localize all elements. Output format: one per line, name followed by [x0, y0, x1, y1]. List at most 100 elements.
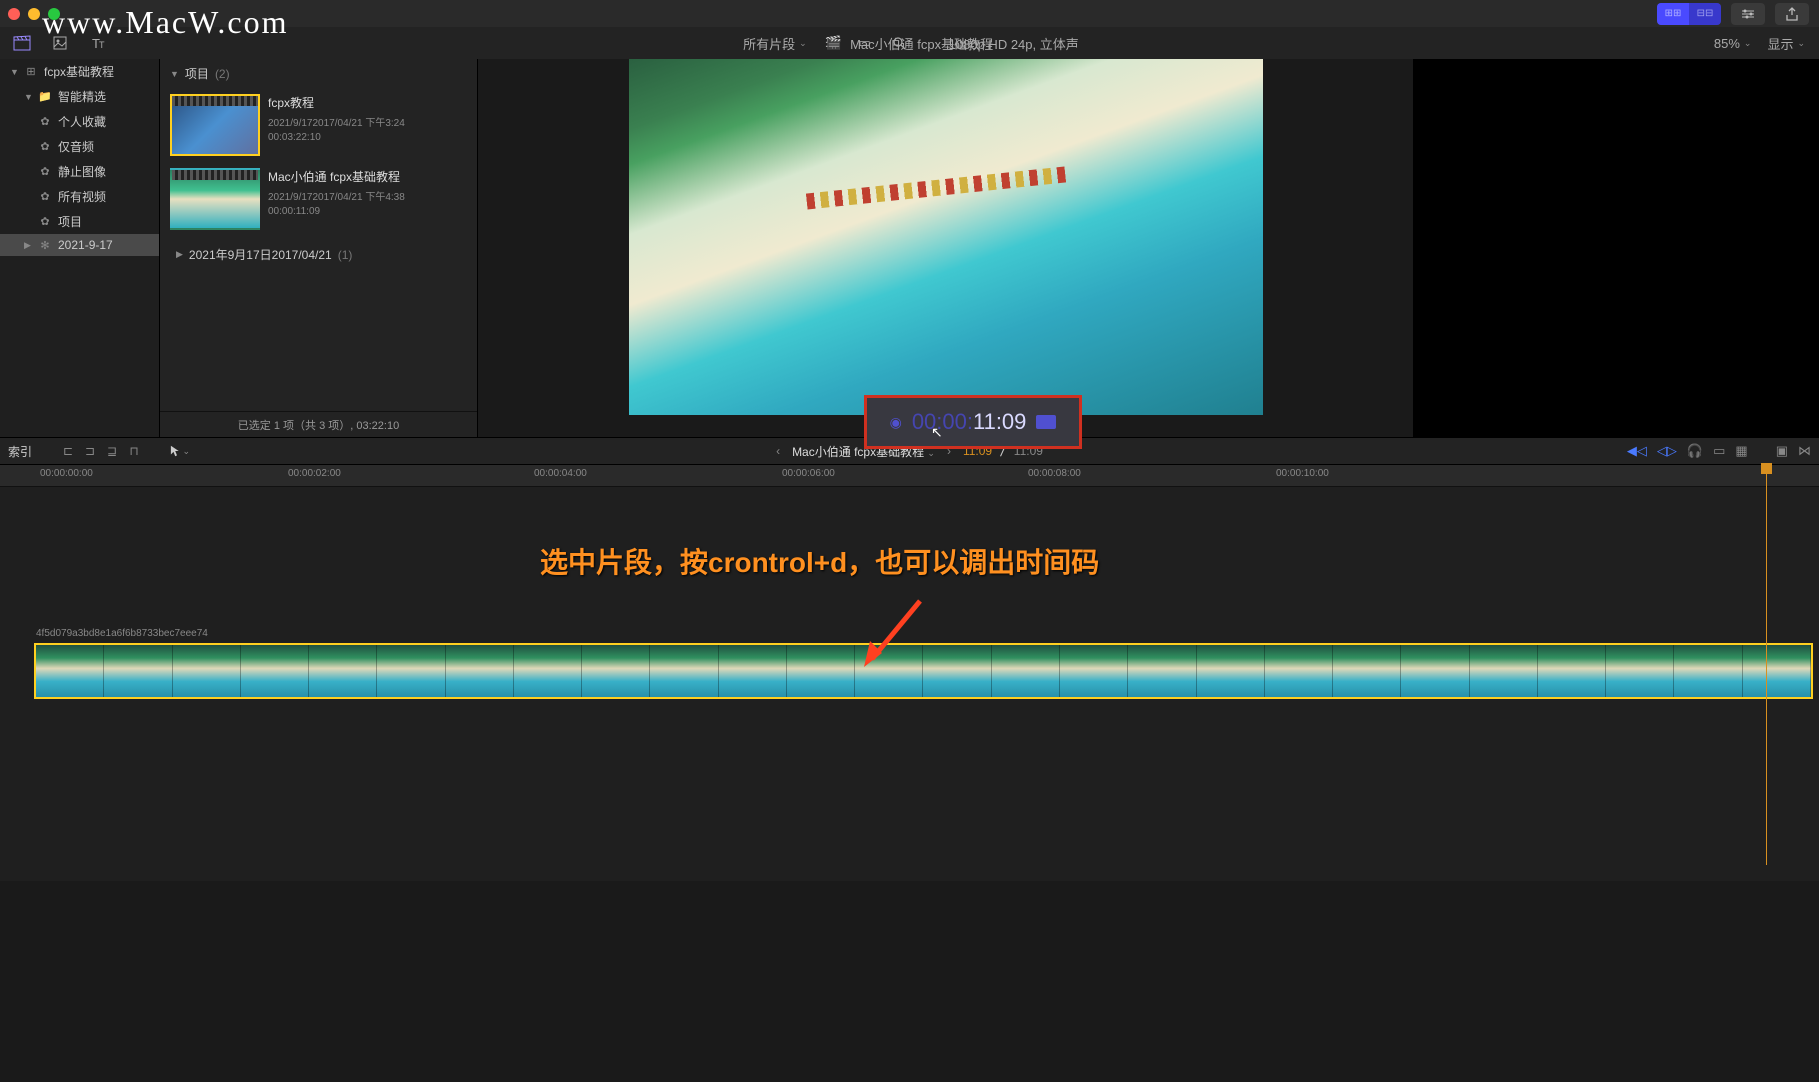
sidebar-item-audio[interactable]: ✿ 仅音频 — [0, 134, 159, 159]
timecode-display[interactable]: ◉ 00:00:11:09 ↖ — [864, 395, 1082, 449]
arrow-cursor-icon — [170, 444, 180, 458]
viewer-panel — [478, 59, 1413, 437]
clip-title: fcpx教程 — [268, 94, 405, 111]
sidebar-item-label: 仅音频 — [58, 138, 94, 155]
inspector-panel — [1413, 59, 1819, 437]
disclosure-arrow-icon: ▶ — [24, 240, 32, 251]
sidebar-library-label: fcpx基础教程 — [44, 63, 114, 80]
append-clip-button[interactable]: ⊒ — [102, 442, 122, 460]
view-mode-thumbnail[interactable]: ⊞⊞ — [1657, 3, 1689, 25]
overwrite-clip-button[interactable]: ⊓ — [124, 442, 144, 460]
solo-button[interactable]: 🎧 — [1687, 443, 1703, 459]
sidebar-item-video[interactable]: ✿所有视频 — [0, 184, 159, 209]
app-toolbar: TT 所有片段 ⌄ ☰ ▭ 1080p HD 24p, 立体声 🎬 Mac小伯通… — [0, 27, 1819, 59]
media-import-button[interactable] — [12, 33, 32, 53]
annotation-arrow-icon — [860, 591, 940, 671]
clip-thumbnail[interactable] — [170, 168, 260, 230]
clip-filter-dropdown[interactable]: 所有片段 ⌄ — [743, 34, 807, 53]
library-sidebar: ▼ ⊞ fcpx基础教程 ▼ 📁 智能精选 ✿ 个人收藏 ✿ 仅音频 ✿静止图像 ✿… — [0, 59, 160, 437]
browser-clip[interactable]: Mac小伯通 fcpx基础教程 2021/9/172017/04/21 下午4:… — [166, 162, 471, 236]
gear-icon: ✿ — [38, 190, 52, 203]
clip-duration: 00:00:11:09 — [268, 205, 405, 219]
disclosure-arrow-icon: ▼ — [170, 69, 179, 79]
clip-date: 2021/9/172017/04/21 下午4:38 — [268, 191, 405, 205]
ruler-mark: 00:00:02:00 — [288, 468, 341, 479]
sidebar-event[interactable]: ▶ ✻ 2021-9-17 — [0, 234, 159, 256]
titles-icon: TT — [90, 35, 106, 51]
clapperboard-small-icon: 🎬 — [826, 35, 842, 51]
sidebar-item-favorites[interactable]: ✿ 个人收藏 — [0, 109, 159, 134]
close-window-button[interactable] — [8, 8, 20, 20]
window-titlebar: ⊞⊞ ⊟⊟ — [0, 0, 1819, 27]
minimize-window-button[interactable] — [28, 8, 40, 20]
chevron-down-icon: ⌄ — [799, 38, 807, 49]
timeline-clip-id: 4f5d079a3bd8e1a6f6b8733bec7eee74 — [36, 628, 208, 639]
chevron-down-icon: ⌄ — [182, 446, 190, 457]
ruler-mark: 00:00:00:00 — [40, 468, 93, 479]
photos-button[interactable] — [50, 33, 70, 53]
clip-title: Mac小伯通 fcpx基础教程 — [268, 168, 405, 185]
share-icon — [1785, 7, 1799, 21]
clapperboard-icon — [13, 35, 31, 51]
snapping-button[interactable]: ▭ — [1713, 443, 1725, 459]
annotation-text: 选中片段，按crontrol+d，也可以调出时间码 — [540, 541, 1099, 581]
photos-icon — [52, 35, 68, 51]
disclosure-arrow-icon: ▼ — [24, 92, 32, 102]
display-dropdown[interactable]: 显示 ⌄ — [1767, 34, 1805, 53]
sidebar-library[interactable]: ▼ ⊞ fcpx基础教程 — [0, 59, 159, 84]
playhead[interactable] — [1766, 465, 1767, 865]
browser-header-count: (2) — [215, 67, 230, 81]
timeline-body[interactable]: 选中片段，按crontrol+d，也可以调出时间码 4f5d079a3bd8e1… — [0, 487, 1819, 881]
timecode-film-icon — [1036, 415, 1056, 429]
gear-icon: ✿ — [38, 140, 52, 153]
sliders-icon — [1740, 8, 1756, 20]
viewer-title: 🎬 Mac小伯通 fcpx基础教程 — [826, 34, 993, 53]
chevron-down-icon: ⌄ — [1797, 38, 1805, 49]
disclosure-arrow-icon: ▼ — [10, 67, 18, 77]
browser-date-group[interactable]: ▶ 2021年9月17日2017/04/21 (1) — [166, 236, 471, 273]
traffic-lights — [8, 8, 60, 20]
disclosure-arrow-icon: ▶ — [176, 249, 183, 260]
timeline-index-button[interactable]: 索引 — [8, 443, 32, 460]
browser-date-count: (1) — [338, 248, 353, 262]
inspector-toggle-button[interactable] — [1731, 3, 1765, 25]
main-workspace: ▼ ⊞ fcpx基础教程 ▼ 📁 智能精选 ✿ 个人收藏 ✿ 仅音频 ✿静止图像 ✿… — [0, 59, 1819, 437]
zoom-dropdown[interactable]: 85% ⌄ — [1714, 36, 1752, 51]
ruler-mark: 00:00:06:00 — [782, 468, 835, 479]
share-button[interactable] — [1775, 3, 1809, 25]
viewer-canvas[interactable] — [629, 59, 1263, 415]
clip-appearance-button[interactable]: ▦ — [1735, 443, 1747, 459]
chevron-down-icon: ⌄ — [1744, 38, 1752, 49]
timecode-eye-icon: ◉ — [890, 414, 902, 431]
sidebar-item-label: 个人收藏 — [58, 113, 106, 130]
timeline-history-back[interactable]: ‹ — [776, 444, 780, 458]
clip-thumbnail[interactable] — [170, 94, 260, 156]
view-mode-toggle: ⊞⊞ ⊟⊟ — [1657, 3, 1721, 25]
clip-duration: 00:03:22:10 — [268, 131, 405, 145]
timecode-value: 00:00:11:09 — [912, 409, 1027, 435]
gear-icon: ✿ — [38, 115, 52, 128]
sidebar-smart-collection[interactable]: ▼ 📁 智能精选 — [0, 84, 159, 109]
sidebar-item-stills[interactable]: ✿静止图像 — [0, 159, 159, 184]
library-icon: ⊞ — [24, 65, 38, 78]
transitions-browser-button[interactable]: ⋈ — [1798, 443, 1811, 459]
sidebar-item-projects[interactable]: ✿项目 — [0, 209, 159, 234]
titles-button[interactable]: TT — [88, 33, 108, 53]
insert-clip-button[interactable]: ⊐ — [80, 442, 100, 460]
bottom-area — [0, 881, 1819, 1081]
select-tool[interactable]: ⌄ — [170, 442, 190, 460]
timeline-ruler[interactable]: 00:00:00:00 00:00:02:00 00:00:04:00 00:0… — [0, 465, 1819, 487]
audio-skimming-button[interactable]: ◁▷ — [1657, 443, 1677, 459]
ruler-mark: 00:00:08:00 — [1028, 468, 1081, 479]
effects-browser-button[interactable]: ▣ — [1776, 443, 1788, 459]
browser-clip[interactable]: fcpx教程 2021/9/172017/04/21 下午3:24 00:03:… — [166, 88, 471, 162]
viewer-content — [806, 166, 1066, 209]
browser-date-label: 2021年9月17日2017/04/21 — [189, 246, 332, 263]
zoom-window-button[interactable] — [48, 8, 60, 20]
event-icon: ✻ — [38, 239, 52, 252]
skimming-button[interactable]: ◀◁ — [1627, 443, 1647, 459]
browser-header[interactable]: ▼ 项目 (2) — [160, 59, 477, 88]
sidebar-event-label: 2021-9-17 — [58, 238, 113, 252]
view-mode-list[interactable]: ⊟⊟ — [1689, 3, 1721, 25]
connect-clip-button[interactable]: ⊏ — [58, 442, 78, 460]
